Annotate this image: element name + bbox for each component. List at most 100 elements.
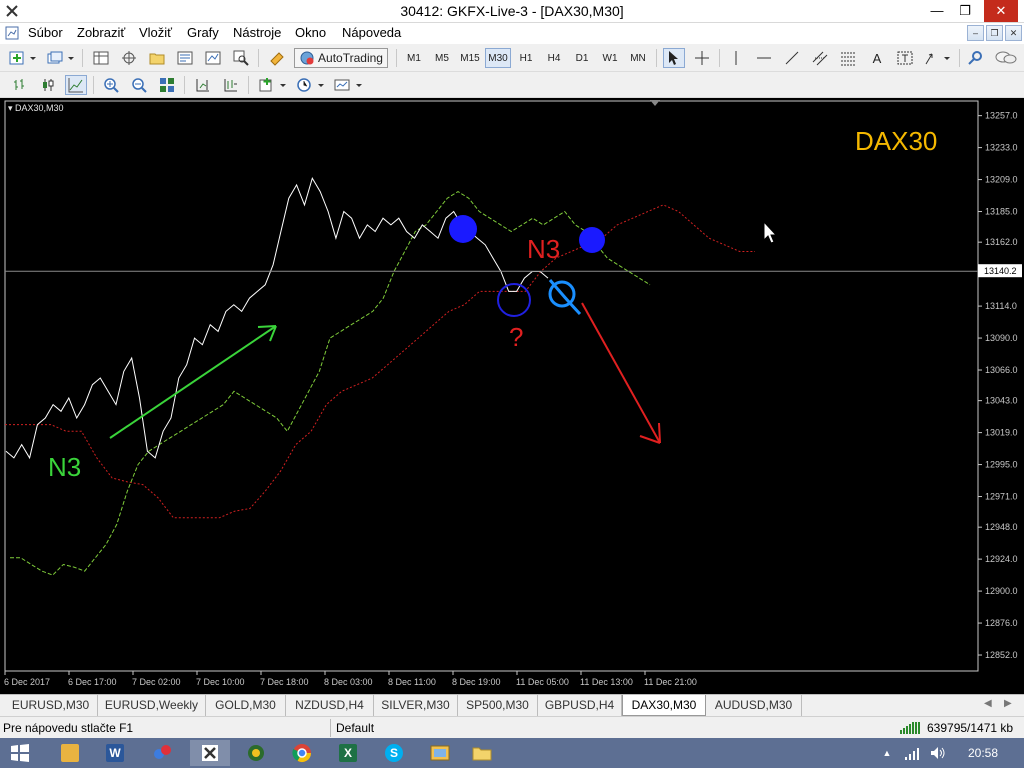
chat-button[interactable] [993, 48, 1019, 68]
periods-dropdown-button[interactable] [294, 75, 328, 95]
arrows-dropdown-button[interactable] [922, 48, 954, 68]
y-tick-label: 13257.0 [985, 111, 1018, 121]
trendline-button[interactable] [781, 48, 803, 68]
child-close-button[interactable]: ✕ [1005, 25, 1022, 41]
search-button[interactable] [965, 48, 987, 68]
cursor-button[interactable] [663, 48, 685, 68]
tabs-scroll-right-icon[interactable]: ▶ [1004, 698, 1012, 709]
navigator-button[interactable] [118, 48, 140, 68]
metaeditor-button[interactable] [266, 48, 288, 68]
text-tool-button[interactable]: A [866, 48, 888, 68]
menu-napoveda[interactable]: Nápoveda [342, 25, 401, 40]
timeframe-m15-button[interactable]: M15 [457, 48, 483, 68]
clock-icon [297, 78, 324, 92]
taskbar-clock[interactable]: 20:58 [968, 746, 998, 760]
tab-gbpusd-h4[interactable]: GBPUSD,H4 [538, 695, 622, 716]
templates-dropdown-button[interactable] [332, 75, 366, 95]
menu-zobrazit[interactable]: Zobraziť [77, 25, 125, 40]
timeframe-m5-button[interactable]: M5 [429, 48, 455, 68]
timeframe-h4-button[interactable]: H4 [541, 48, 567, 68]
taskbar-metatrader[interactable] [190, 740, 230, 766]
profiles-button[interactable] [44, 48, 78, 68]
x-tick-label: 11 Dec 13:00 [580, 677, 633, 687]
windows-start-button[interactable] [0, 740, 40, 766]
tab-silver-m30[interactable]: SILVER,M30 [374, 695, 458, 716]
line-chart-button[interactable] [65, 75, 87, 95]
minimize-button[interactable]: — [922, 0, 952, 22]
x-tick-label: 8 Dec 11:00 [388, 677, 436, 687]
network-signal-icon[interactable] [905, 747, 921, 760]
strategy-tester-button[interactable] [202, 48, 224, 68]
tabs-scroll-left-icon[interactable]: ◀ [984, 698, 992, 709]
terminal-button[interactable] [174, 48, 196, 68]
child-minimize-button[interactable]: – [967, 25, 984, 41]
menu-okno[interactable]: Okno [295, 25, 326, 40]
maximize-button[interactable]: ❐ [950, 0, 980, 22]
indicators-dropdown-button[interactable] [256, 75, 290, 95]
autotrading-label: AutoTrading [318, 51, 383, 65]
timeframe-m30-button[interactable]: M30 [485, 48, 511, 68]
chart-shift-icon [196, 79, 209, 92]
close-button[interactable]: ✕ [984, 0, 1018, 22]
chart-symbol-label: ▾ DAX30,M30 [8, 103, 64, 113]
timeframe-w1-button[interactable]: W1 [597, 48, 623, 68]
taskbar-skype[interactable]: S [374, 740, 414, 766]
taskbar-app-red-blue[interactable] [143, 740, 183, 766]
menu-nastroje[interactable]: Nástroje [233, 25, 281, 40]
tray-expand-button[interactable]: ▲ [872, 740, 902, 766]
timeframe-mn-button[interactable]: MN [625, 48, 651, 68]
document-icon[interactable] [5, 26, 19, 40]
new-chart-button[interactable] [6, 48, 40, 68]
taskbar-web-app[interactable] [236, 740, 276, 766]
child-restore-button[interactable]: ❐ [986, 25, 1003, 41]
volume-icon[interactable] [930, 746, 946, 760]
text-label-button[interactable] [894, 48, 916, 68]
tab-eurusd-weekly[interactable]: EURUSD,Weekly [98, 695, 206, 716]
data-window-button[interactable] [146, 48, 168, 68]
window-title: 30412: GKFX-Live-3 - [DAX30,M30] [400, 3, 624, 19]
y-tick-label: 13043.0 [985, 396, 1018, 406]
terminal-icon [177, 51, 193, 65]
bar-chart-button[interactable] [9, 75, 31, 95]
tab-gold-m30[interactable]: GOLD,M30 [206, 695, 286, 716]
tab-audusd-m30[interactable]: AUDUSD,M30 [706, 695, 802, 716]
horizontal-line-button[interactable] [753, 48, 775, 68]
taskbar-file-explorer[interactable] [50, 740, 90, 766]
fibonacci-button[interactable] [837, 48, 859, 68]
taskbar-word[interactable]: W [95, 740, 135, 766]
taskbar-excel[interactable]: X [328, 740, 368, 766]
tab-nzdusd-h4[interactable]: NZDUSD,H4 [286, 695, 374, 716]
timeframe-h1-button[interactable]: H1 [513, 48, 539, 68]
taskbar-folder[interactable] [462, 740, 502, 766]
tab-dax30-m30[interactable]: DAX30,M30 [622, 695, 706, 716]
zoom-out-icon [132, 78, 147, 93]
help-hint: Pre nápovedu stlačte F1 [3, 721, 134, 735]
chart-background[interactable] [0, 98, 1024, 694]
timeframe-d1-button[interactable]: D1 [569, 48, 595, 68]
chart-shift-button[interactable] [192, 75, 214, 95]
market-watch-button[interactable] [90, 48, 112, 68]
menu-subor[interactable]: Súbor [28, 25, 63, 40]
taskbar-chrome[interactable] [282, 740, 322, 766]
autotrading-button[interactable]: AutoTrading [294, 48, 388, 68]
equidistant-channel-button[interactable] [809, 48, 831, 68]
annotation-n3-right: N3 [527, 234, 560, 264]
tab-eurusd-m30[interactable]: EURUSD,M30 [4, 695, 98, 716]
crosshair-button[interactable] [691, 48, 713, 68]
menu-vlozit[interactable]: Vložiť [139, 25, 172, 40]
menu-grafy[interactable]: Grafy [187, 25, 219, 40]
templates-icon [334, 79, 362, 91]
zoom-out-button[interactable] [128, 75, 150, 95]
vertical-line-button[interactable] [725, 48, 747, 68]
candlestick-button[interactable] [37, 75, 59, 95]
tile-windows-button[interactable] [156, 75, 178, 95]
timeframe-m1-button[interactable]: M1 [401, 48, 427, 68]
market-watch-icon [93, 51, 109, 65]
price-chart[interactable]: 13257.013233.013209.013185.013162.013138… [0, 98, 1024, 694]
auto-scroll-button[interactable] [220, 75, 242, 95]
tab-sp500-m30[interactable]: SP500,M30 [458, 695, 538, 716]
chart-area[interactable]: 13257.013233.013209.013185.013162.013138… [0, 98, 1024, 694]
zoom-in-button[interactable] [100, 75, 122, 95]
taskbar-screenshot-tool[interactable] [420, 740, 460, 766]
magnifier-button[interactable] [230, 48, 252, 68]
